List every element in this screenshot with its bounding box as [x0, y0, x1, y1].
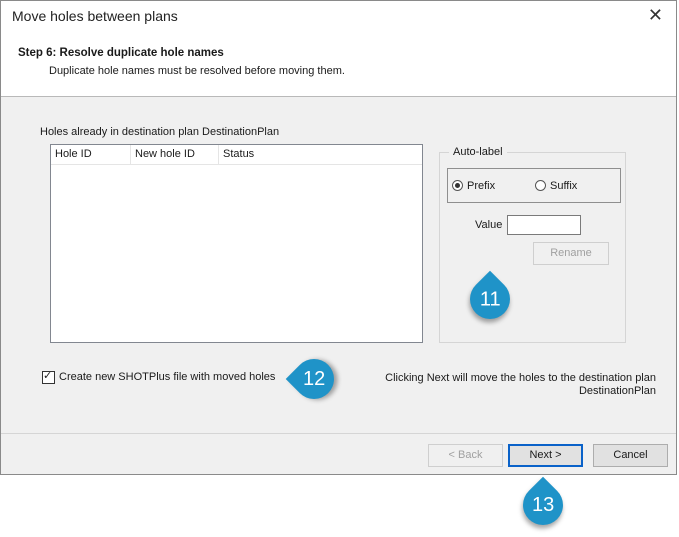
value-input[interactable]: [507, 215, 581, 235]
create-file-checkbox[interactable]: ✓: [42, 370, 55, 384]
checkmark-icon: ✓: [43, 370, 53, 382]
suffix-radio[interactable]: [535, 180, 546, 191]
next-button[interactable]: Next >: [508, 444, 583, 467]
value-label: Value: [475, 219, 503, 231]
list-caption: Holes already in destination plan Destin…: [40, 126, 280, 138]
holes-list[interactable]: Hole ID New hole ID Status: [50, 144, 423, 343]
title-bar: Move holes between plans ✕: [1, 1, 676, 32]
window-title: Move holes between plans: [12, 8, 178, 24]
callout-13: 13: [514, 476, 572, 534]
suffix-label[interactable]: Suffix: [550, 180, 577, 192]
info-text: Clicking Next will move the holes to the…: [336, 372, 656, 398]
column-hole-id[interactable]: Hole ID: [51, 145, 131, 164]
rename-button[interactable]: Rename: [533, 242, 609, 265]
callout-12-label: 12: [302, 368, 326, 390]
step-title: Step 6: Resolve duplicate hole names: [18, 47, 224, 59]
cancel-button[interactable]: Cancel: [593, 444, 668, 467]
callout-11-label: 11: [479, 287, 501, 310]
list-header: Hole ID New hole ID Status: [51, 145, 422, 165]
info-line-1: Clicking Next will move the holes to the…: [385, 372, 656, 384]
auto-label-legend: Auto-label: [449, 146, 507, 158]
back-button[interactable]: < Back: [428, 444, 503, 467]
callout-13-label: 13: [531, 494, 555, 516]
create-file-label[interactable]: Create new SHOTPlus file with moved hole…: [59, 371, 275, 383]
prefix-label[interactable]: Prefix: [467, 180, 495, 192]
close-icon[interactable]: ✕: [648, 5, 663, 25]
step-header: Step 6: Resolve duplicate hole names Dup…: [1, 32, 676, 97]
info-line-2: DestinationPlan: [578, 385, 656, 397]
step-description: Duplicate hole names must be resolved be…: [49, 65, 345, 77]
move-holes-dialog: Move holes between plans ✕ Step 6: Resol…: [0, 0, 677, 475]
column-new-hole-id[interactable]: New hole ID: [131, 145, 219, 164]
column-status[interactable]: Status: [219, 145, 422, 164]
prefix-radio[interactable]: [452, 180, 463, 191]
footer-divider: [1, 433, 676, 434]
